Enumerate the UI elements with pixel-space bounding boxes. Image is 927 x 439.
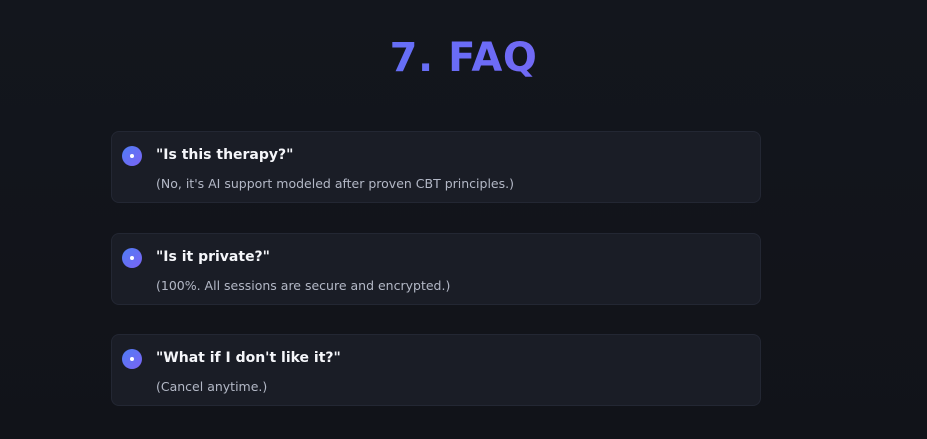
faq-question: "What if I don't like it?" [156, 350, 341, 366]
faq-item-private[interactable]: "Is it private?" (100%. All sessions are… [111, 233, 761, 305]
faq-question: "Is it private?" [156, 249, 270, 265]
faq-item-therapy[interactable]: "Is this therapy?" (No, it's AI support … [111, 131, 761, 203]
faq-answer: (Cancel anytime.) [156, 379, 268, 394]
bullet-center [130, 357, 134, 361]
faq-answer: (No, it's AI support modeled after prove… [156, 176, 514, 191]
bullet-center [130, 154, 134, 158]
bullet-center [130, 256, 134, 260]
faq-question: "Is this therapy?" [156, 147, 294, 163]
bullet-dot-icon [122, 248, 142, 268]
bullet-dot-icon [122, 349, 142, 369]
bullet-dot-icon [122, 146, 142, 166]
faq-answer: (100%. All sessions are secure and encry… [156, 278, 451, 293]
faq-item-cancel[interactable]: "What if I don't like it?" (Cancel anyti… [111, 334, 761, 406]
faq-section: 7. FAQ "Is this therapy?" (No, it's AI s… [0, 0, 927, 439]
page-title: 7. FAQ [0, 34, 927, 82]
